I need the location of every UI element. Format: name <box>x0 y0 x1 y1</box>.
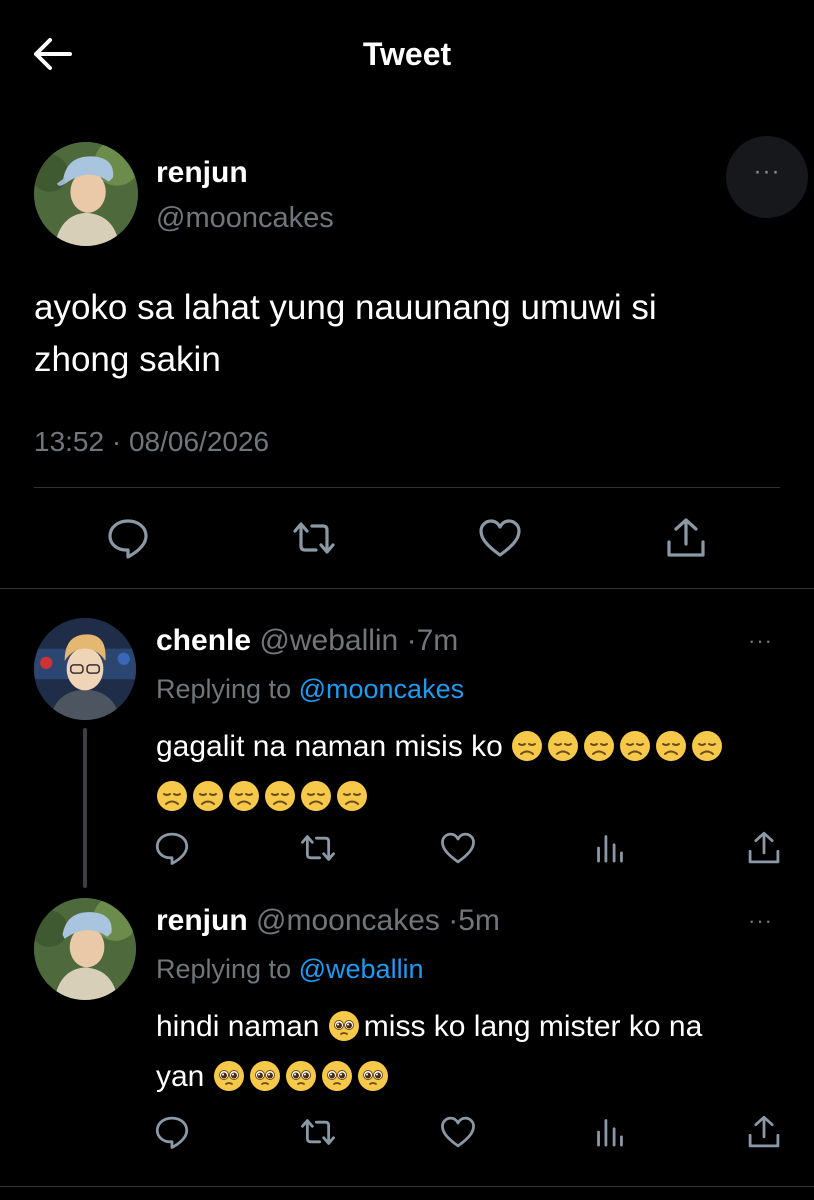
like-heart-icon[interactable] <box>440 1114 476 1150</box>
reply-author-handle[interactable]: @weballin <box>259 624 398 657</box>
tweet-text-line: zhong sakin <box>34 340 221 379</box>
tweet-timestamp[interactable]: 13:52 · 08/06/2026 <box>34 426 269 458</box>
share-icon[interactable] <box>746 830 782 866</box>
author-name[interactable]: renjun <box>156 156 248 190</box>
reply-age[interactable]: 7m <box>417 624 459 657</box>
pleading-face-emoji <box>328 1010 360 1042</box>
disappointed-face-emoji <box>300 780 332 812</box>
disappointed-face-emoji <box>511 730 543 762</box>
avatar[interactable] <box>34 142 138 246</box>
reply-header: renjun @mooncakes ·5m <box>156 904 500 938</box>
reply-age[interactable]: 5m <box>458 904 500 937</box>
reply-text: hindi naman miss ko lang mister ko na ya… <box>156 1002 796 1102</box>
tweet-text-line: ayoko sa lahat yung nauunang umuwi si <box>34 288 657 327</box>
disappointed-face-emoji <box>691 730 723 762</box>
page-title: Tweet <box>362 36 452 72</box>
reply-author-name[interactable]: chenle <box>156 624 251 657</box>
reply-text-line: yan <box>156 1052 796 1102</box>
reply-text-line: gagalit na naman misis ko <box>156 722 796 772</box>
divider <box>0 1186 814 1187</box>
tweet-time: 13:52 <box>34 426 105 457</box>
divider <box>0 588 814 589</box>
disappointed-face-emoji <box>264 780 296 812</box>
more-options-icon[interactable]: ··· <box>726 136 808 218</box>
replying-to-label: Replying to <box>156 954 292 984</box>
like-heart-icon[interactable] <box>440 830 476 866</box>
like-heart-icon[interactable] <box>478 516 522 560</box>
share-icon[interactable] <box>664 516 708 560</box>
emoji-group <box>213 1060 393 1093</box>
disappointed-face-emoji <box>192 780 224 812</box>
top-bar: Tweet <box>0 0 814 110</box>
reply-author-name[interactable]: renjun <box>156 904 248 937</box>
reply-icon[interactable] <box>106 516 150 560</box>
tweet-page: Tweet renjun @mooncakes ··· ayoko sa lah… <box>0 0 814 1200</box>
reply-text-line: hindi naman miss ko lang mister ko na <box>156 1002 796 1052</box>
reply-text: gagalit na naman misis ko <box>156 722 796 822</box>
pleading-face-emoji <box>249 1060 281 1092</box>
disappointed-face-emoji <box>583 730 615 762</box>
disappointed-face-emoji <box>228 780 260 812</box>
retweet-icon[interactable] <box>300 830 336 866</box>
emoji-group <box>156 772 796 822</box>
pleading-face-emoji <box>321 1060 353 1092</box>
more-options-icon[interactable]: ··· <box>748 628 773 654</box>
pleading-face-emoji <box>357 1060 389 1092</box>
reply-text-content: hindi naman <box>156 1010 320 1043</box>
reply-text-content: gagalit na naman misis ko <box>156 730 503 763</box>
analytics-icon[interactable] <box>592 830 628 866</box>
reply-text-content: miss ko lang mister ko na <box>363 1010 703 1043</box>
disappointed-face-emoji <box>336 780 368 812</box>
reply-header: chenle @weballin ·7m <box>156 624 458 658</box>
avatar[interactable] <box>34 618 136 720</box>
reply-text-content: yan <box>156 1060 205 1093</box>
pleading-face-emoji <box>213 1060 245 1092</box>
reply-separator: · <box>406 624 417 657</box>
more-options-dots: ··· <box>753 158 781 185</box>
reply-icon[interactable] <box>154 830 190 866</box>
replying-to-label: Replying to <box>156 674 292 704</box>
disappointed-face-emoji <box>619 730 651 762</box>
analytics-icon[interactable] <box>592 1114 628 1150</box>
emoji-group <box>511 730 727 763</box>
reply-separator: · <box>448 904 459 937</box>
pleading-face-emoji <box>285 1060 317 1092</box>
replying-to: Replying to @mooncakes <box>156 674 464 705</box>
more-options-icon[interactable]: ··· <box>748 908 773 934</box>
replying-to: Replying to @weballin <box>156 954 424 985</box>
reply-icon[interactable] <box>154 1114 190 1150</box>
thread-line <box>83 728 87 888</box>
share-icon[interactable] <box>746 1114 782 1150</box>
tweet-date: 08/06/2026 <box>128 426 270 457</box>
mention-link[interactable]: @weballin <box>299 954 424 984</box>
disappointed-face-emoji <box>547 730 579 762</box>
retweet-icon[interactable] <box>292 516 336 560</box>
divider <box>34 487 780 488</box>
reply-author-handle[interactable]: @mooncakes <box>256 904 440 937</box>
disappointed-face-emoji <box>655 730 687 762</box>
avatar[interactable] <box>34 898 136 1000</box>
mention-link[interactable]: @mooncakes <box>299 674 464 704</box>
retweet-icon[interactable] <box>300 1114 336 1150</box>
disappointed-face-emoji <box>156 780 188 812</box>
author-handle[interactable]: @mooncakes <box>156 202 334 235</box>
timestamp-separator: · <box>111 426 122 457</box>
emoji-group <box>328 1010 364 1043</box>
tweet-text: ayoko sa lahat yung nauunang umuwi si zh… <box>34 282 794 386</box>
